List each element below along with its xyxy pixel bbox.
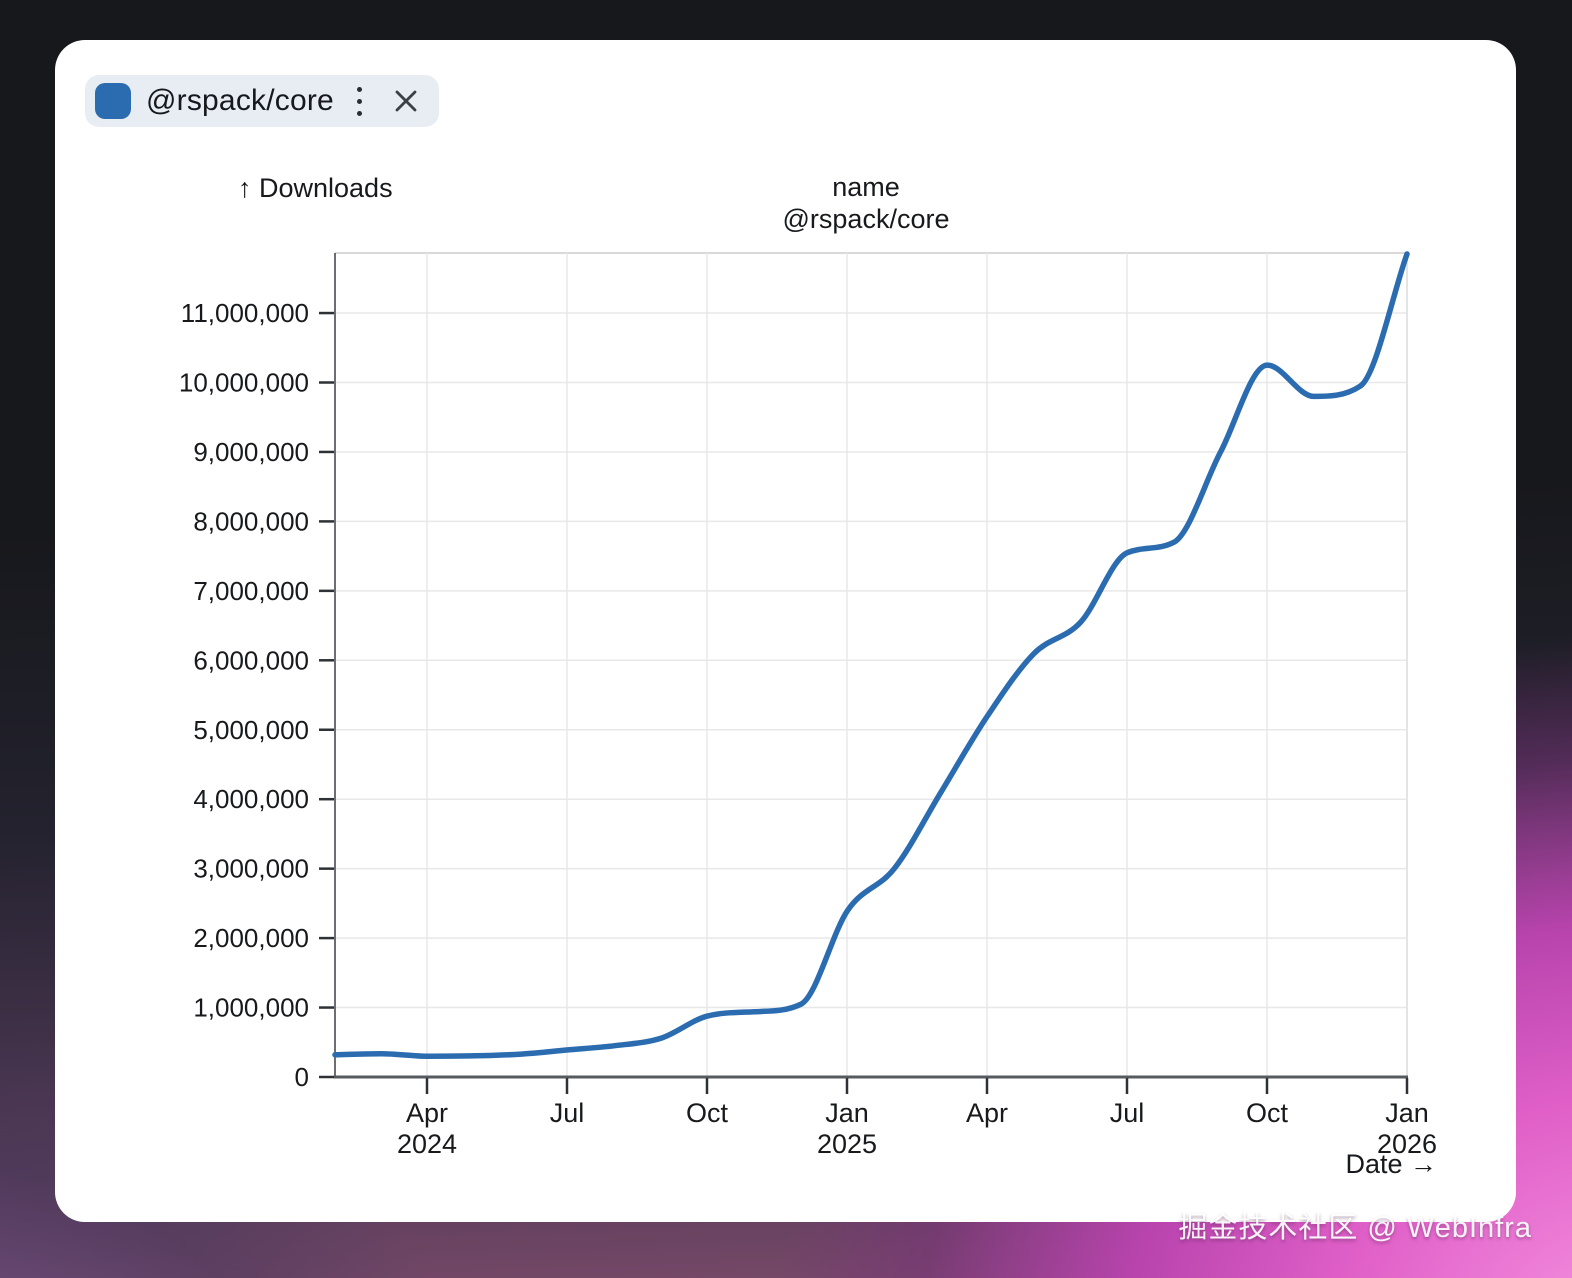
y-tick-label: 7,000,000 [193,576,309,606]
x-tick-label: Jul [1110,1098,1145,1128]
watermark: 掘金技术社区 @ WebInfra [1178,1204,1532,1246]
x-tick-year-label: 2025 [817,1129,877,1159]
x-tick-label: Oct [1246,1098,1289,1128]
y-tick-label: 9,000,000 [193,437,309,467]
x-tick-label: Oct [686,1098,729,1128]
x-axis-title: Date → [1345,1149,1437,1179]
chart-window: @rspack/core ↑ Downloads name @rspack/co… [55,40,1516,1222]
x-tick-year-label: 2024 [397,1129,457,1159]
x-tick-label: Apr [966,1098,1008,1128]
x-tick-label: Jan [825,1098,869,1128]
downloads-chart[interactable]: 0 1,000,000 2,000,000 3,000,000 4,000,000 5,0… [55,40,1516,1222]
x-tick-label: Jul [550,1098,585,1128]
x-tick-label: Jan [1385,1098,1429,1128]
y-tick-label: 6,000,000 [193,645,309,675]
x-tick-label: Apr [406,1098,448,1128]
y-tick-label: 0 [295,1062,309,1092]
y-tick-label: 2,000,000 [193,923,309,953]
desktop-background: { "window": { "chip": { "label": "@rspac… [0,0,1572,1278]
downloads-line-series [335,254,1407,1056]
y-tick-label: 11,000,000 [181,298,309,328]
y-tick-label: 1,000,000 [193,993,309,1023]
y-tick-label: 8,000,000 [193,506,309,536]
y-tick-label: 10,000,000 [179,368,309,398]
y-tick-label: 3,000,000 [193,854,309,884]
y-tick-label: 4,000,000 [193,784,309,814]
y-tick-label: 5,000,000 [193,715,309,745]
